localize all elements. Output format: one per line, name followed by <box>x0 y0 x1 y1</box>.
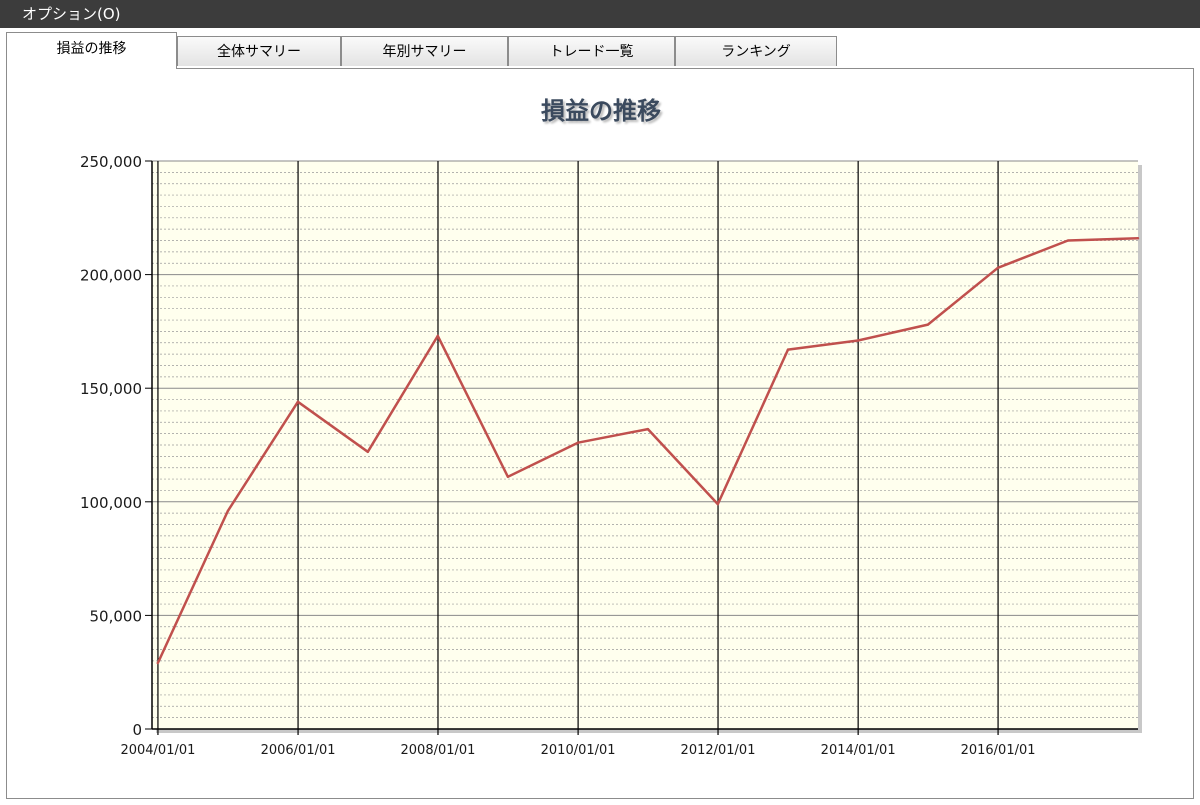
x-tick-label: 2006/01/01 <box>261 743 336 758</box>
data-point <box>226 509 230 513</box>
data-point <box>786 348 790 351</box>
data-point <box>296 400 300 404</box>
data-point <box>926 323 930 326</box>
tab-profit-transition[interactable]: 損益の推移 <box>6 32 177 69</box>
y-tick-label: 100,000 <box>80 494 142 512</box>
y-tick-label: 200,000 <box>80 267 142 285</box>
tab-strip: 損益の推移 全体サマリー 年別サマリー トレード一覧 ランキング <box>0 28 1200 70</box>
data-point <box>436 334 439 338</box>
menu-bar: オプション(O) <box>0 0 1200 29</box>
tab-ranking[interactable]: ランキング <box>675 36 837 66</box>
data-point <box>716 502 720 506</box>
data-point <box>576 441 580 444</box>
x-tick-label: 2016/01/01 <box>961 743 1036 758</box>
tab-yearly-summary[interactable]: 年別サマリー <box>341 36 508 66</box>
data-point <box>156 661 159 665</box>
x-tick-label: 2010/01/01 <box>541 743 616 758</box>
data-point <box>856 339 860 342</box>
x-tick-label: 2008/01/01 <box>401 743 476 758</box>
data-point <box>506 475 510 479</box>
y-tick-label: 50,000 <box>90 607 143 625</box>
tab-trade-list[interactable]: トレード一覧 <box>508 36 675 66</box>
data-point <box>646 427 650 431</box>
x-tick-label: 2014/01/01 <box>821 743 896 758</box>
y-tick-label: 0 <box>132 721 142 739</box>
tab-overall-summary[interactable]: 全体サマリー <box>177 36 341 66</box>
x-tick-label: 2012/01/01 <box>681 743 756 758</box>
data-point <box>1136 237 1140 240</box>
y-tick-label: 150,000 <box>80 380 142 398</box>
data-point <box>366 450 370 454</box>
options-menu[interactable]: オプション(O) <box>22 4 121 24</box>
x-tick-label: 2004/01/01 <box>120 743 195 758</box>
y-tick-label: 250,000 <box>80 153 142 171</box>
data-point <box>996 266 1000 269</box>
profit-line-chart: 0 50,000 100,000 150,000 200,000 250,000 2004/… <box>80 153 1142 758</box>
data-point <box>1066 239 1070 242</box>
tab-panel: 損益の推移 0 50,000 100,000 150,000 200,000 250,00… <box>6 68 1194 799</box>
